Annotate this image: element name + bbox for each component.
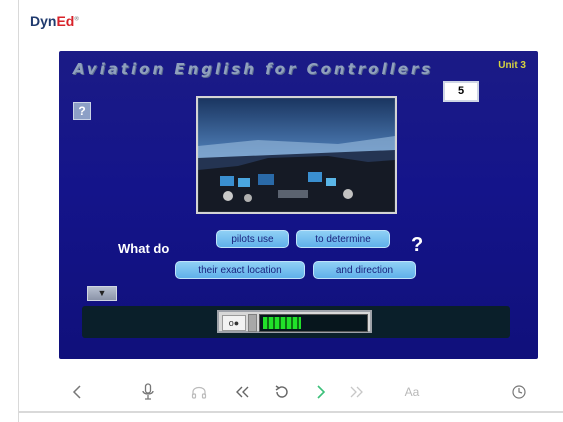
word-chip-exact-location[interactable]: their exact location (175, 261, 305, 279)
voice-level-fill (263, 317, 301, 329)
unit-label: Unit 3 (498, 60, 526, 71)
lesson-title: Aviation English for Controllers (73, 60, 434, 78)
text-size-icon: Aa (404, 385, 420, 399)
question-mark: ? (411, 234, 424, 256)
logo-dyn: Dyn (30, 13, 57, 29)
word-chip-and-direction[interactable]: and direction (313, 261, 416, 279)
repeat-button[interactable] (268, 378, 296, 406)
headphones-button[interactable] (185, 378, 213, 406)
recording-bar: o● (82, 306, 510, 338)
back-button[interactable] (63, 378, 91, 406)
slider-handle[interactable] (248, 314, 257, 332)
clock-button[interactable] (505, 378, 533, 406)
word-chip-to-determine[interactable]: to determine (296, 230, 390, 248)
recording-control: o● (217, 310, 372, 333)
rewind-icon (234, 385, 250, 399)
next-button[interactable] (307, 378, 335, 406)
headphones-icon (191, 384, 207, 400)
repeat-icon (274, 384, 290, 400)
voice-level-meter (259, 314, 368, 332)
dyned-logo: DynEd® (30, 13, 79, 29)
microphone-icon (141, 383, 155, 401)
cockpit-photo (196, 96, 397, 214)
sentence-lead: What do (118, 241, 170, 256)
fast-forward-icon (349, 385, 365, 399)
logo-mark: ® (74, 16, 79, 23)
down-arrow-button[interactable]: ▼ (87, 286, 117, 301)
rewind-button[interactable] (228, 378, 256, 406)
clock-icon (511, 384, 527, 400)
back-icon (71, 384, 83, 400)
lesson-stage: Aviation English for Controllers Unit 3 … (59, 51, 538, 359)
word-chip-pilots-use[interactable]: pilots use (216, 230, 289, 248)
mic-toggle[interactable]: o● (222, 315, 246, 331)
left-divider (18, 0, 19, 422)
next-icon (315, 384, 327, 400)
page-number: 5 (443, 81, 479, 102)
microphone-button[interactable] (134, 378, 162, 406)
logo-ed: Ed (56, 13, 75, 29)
help-button[interactable]: ? (73, 102, 91, 120)
bottom-nav: Aa (18, 378, 563, 408)
bottom-divider (18, 411, 563, 413)
fast-forward-button[interactable] (343, 378, 371, 406)
text-size-button[interactable]: Aa (398, 378, 426, 406)
